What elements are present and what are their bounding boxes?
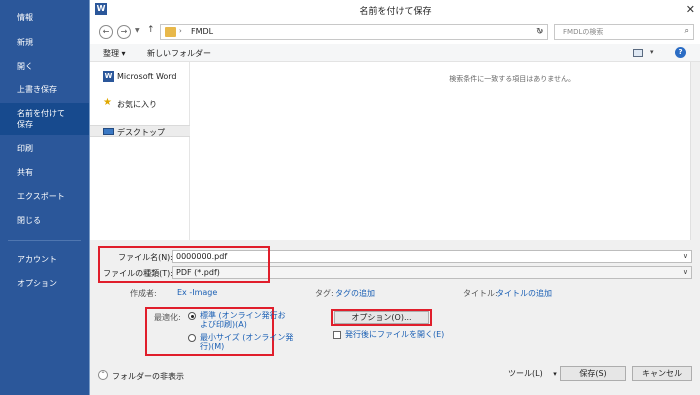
author-label: 作成者: [130,289,157,298]
breadcrumb-chevron-icon[interactable]: › [179,27,182,35]
folder-icon [165,27,176,37]
title-add-link[interactable]: タイトルの追加 [496,288,552,299]
optimize-label: 最適化: [154,313,181,322]
nav-item-desktop-label: デスクトップ [117,128,165,137]
tools-button[interactable]: ツール(L) ▾ [508,368,557,379]
sidebar-item-print[interactable]: 印刷 [0,143,89,154]
sidebar-item-options[interactable]: オプション [0,278,89,289]
tags-label: タグ: [315,289,334,298]
sidebar-item-info[interactable]: 情報 [0,12,89,23]
cancel-button[interactable]: キャンセル [632,366,692,381]
search-input[interactable]: FMDLの検索 ⌕ [554,24,694,40]
vertical-scrollbar[interactable] [690,62,700,240]
refresh-icon[interactable]: ↻ [536,27,544,37]
help-icon[interactable]: ? [675,47,686,58]
sidebar-item-account[interactable]: アカウント [0,254,89,265]
file-list-pane[interactable]: 検索条件に一致する項目はありません。 [190,62,700,240]
view-dropdown-icon[interactable]: ▾ [650,48,654,56]
file-type-dropdown-icon[interactable]: ∨ [683,267,688,278]
options-button[interactable]: オプション(O)... [334,311,429,324]
view-options-icon[interactable] [633,49,643,57]
chevron-up-icon[interactable]: ⌃ [98,370,108,380]
open-after-publish-label[interactable]: 発行後にファイルを開く(E) [345,330,444,339]
dialog-titlebar: W 名前を付けて保存 ✕ [90,0,700,20]
author-value[interactable]: Ex -Image [177,288,217,297]
sidebar-item-new[interactable]: 新規 [0,37,89,48]
forward-arrow-icon[interactable]: → [117,25,131,39]
sidebar-item-close[interactable]: 閉じる [0,215,89,226]
word-icon: W [103,71,114,82]
backstage-sidebar: 情報 新規 開く 上書き保存 名前を付けて 保存 印刷 共有 エクスポート 閉じ… [0,0,89,395]
breadcrumb-folder[interactable]: FMDL [191,27,213,36]
navigation-pane: W Microsoft Word ★ お気に入り デスクトップ [90,62,190,240]
hide-folders-button[interactable]: フォルダーの非表示 [112,371,184,382]
save-button[interactable]: 保存(S) [560,366,626,381]
nav-item-favorites[interactable]: お気に入り [117,99,157,110]
tools-dropdown-icon[interactable]: ▾ [553,370,557,378]
new-folder-button[interactable]: 新しいフォルダー [147,48,211,59]
desktop-icon [103,128,114,135]
dialog-title: 名前を付けて保存 [359,7,432,17]
tools-label: ツール(L) [508,369,543,378]
optimize-standard-label[interactable]: 標準 (オンライン発行お よび印刷)(A) [200,311,286,329]
search-icon[interactable]: ⌕ [685,26,689,36]
open-after-publish-checkbox[interactable] [333,331,341,339]
sidebar-item-share[interactable]: 共有 [0,167,89,178]
recent-locations-dropdown-icon[interactable]: ▼ [135,27,140,34]
nav-item-desktop[interactable]: デスクトップ [90,125,190,137]
sidebar-item-open[interactable]: 開く [0,61,89,72]
save-as-dialog: W 名前を付けて保存 ✕ ← → ▼ ↑ › FMDL ∨ ↻ FMDLの検索 … [89,0,700,395]
file-name-dropdown-icon[interactable]: ∨ [683,251,688,262]
optimize-standard-radio[interactable] [188,312,196,320]
sidebar-item-save-as[interactable]: 名前を付けて 保存 [0,103,89,135]
optimize-minimum-radio[interactable] [188,334,196,342]
back-arrow-icon[interactable]: ← [99,25,113,39]
optimize-minimum-label[interactable]: 最小サイズ (オンライン発 行)(M) [200,333,293,351]
close-icon[interactable]: ✕ [686,3,695,16]
title-label: タイトル: [463,289,498,298]
organize-button[interactable]: 整理 ▾ [103,48,126,59]
tags-add-link[interactable]: タグの追加 [335,288,375,299]
sidebar-item-save[interactable]: 上書き保存 [0,84,89,95]
empty-message: 検索条件に一致する項目はありません。 [449,75,575,83]
address-row: ← → ▼ ↑ › FMDL ∨ ↻ FMDLの検索 ⌕ [90,20,700,44]
sidebar-item-export[interactable]: エクスポート [0,191,89,202]
highlight-filename-box [98,246,270,283]
star-icon: ★ [103,97,112,108]
up-arrow-icon[interactable]: ↑ [147,25,155,35]
sidebar-divider [8,240,81,241]
search-placeholder: FMDLの検索 [563,28,604,36]
nav-item-microsoft-word[interactable]: Microsoft Word [117,72,177,81]
address-bar[interactable]: › FMDL ∨ [160,24,548,40]
command-toolbar: 整理 ▾ 新しいフォルダー ▾ ? [90,44,700,62]
